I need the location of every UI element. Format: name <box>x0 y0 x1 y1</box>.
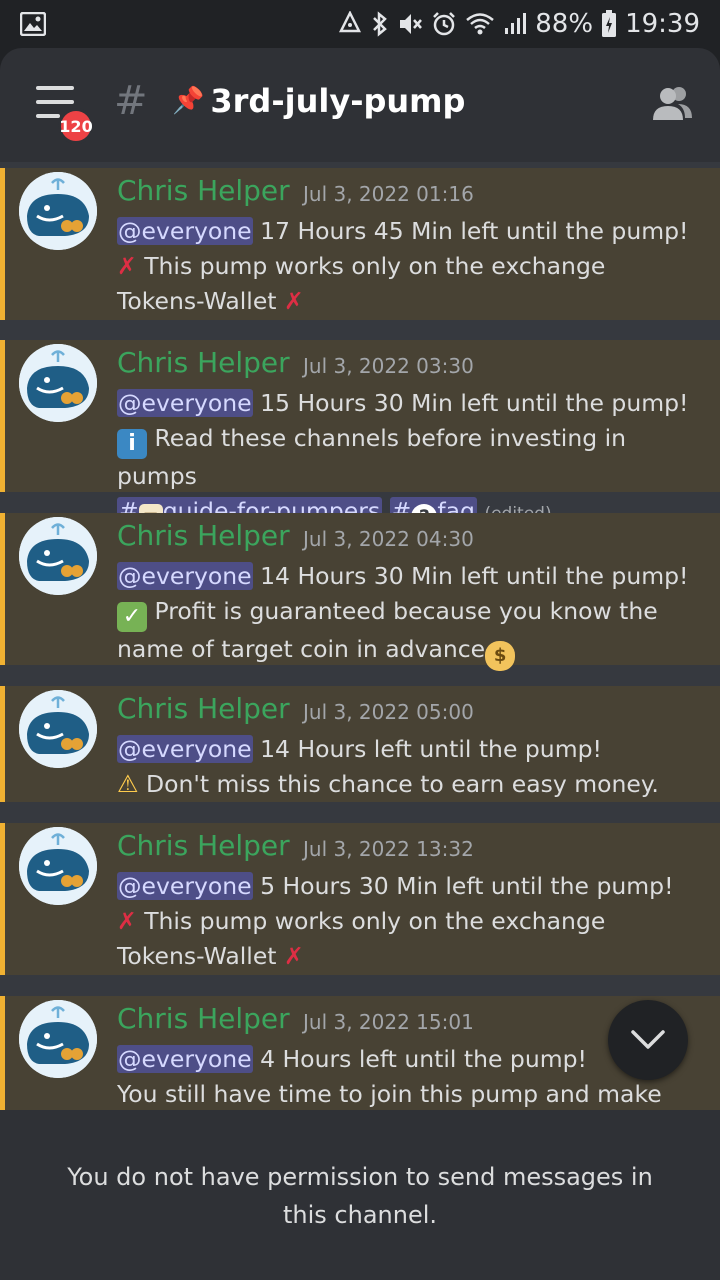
mute-icon <box>397 11 423 37</box>
message-text: This pump works only on the exchange <box>144 907 606 935</box>
message[interactable]: Chris Helper Jul 3, 2022 05:00 @everyone… <box>0 686 720 802</box>
channel-header: 120 # 📌 3rd-july-pump <box>0 48 720 162</box>
warning-icon: ⚠ <box>117 770 139 798</box>
battery-icon <box>601 10 617 38</box>
message-text: 4 Hours left until the pump! <box>252 1045 587 1073</box>
mention[interactable]: @everyone <box>117 562 253 590</box>
avatar[interactable] <box>19 344 97 422</box>
message-text: This pump works only on the exchange <box>144 252 606 280</box>
bluetooth-icon <box>371 11 389 37</box>
cross-mark-icon: ✗ <box>117 252 137 280</box>
message-text: 5 Hours 30 Min left until the pump! <box>252 872 674 900</box>
message-body: @everyone 15 Hours 30 Min left until the… <box>117 386 707 532</box>
message-text: 14 Hours left until the pump! <box>252 735 602 763</box>
message-text: Don't miss this chance to earn easy mone… <box>146 770 659 798</box>
message-text: 17 Hours 45 Min left until the pump! <box>252 217 689 245</box>
members-icon[interactable] <box>648 84 696 124</box>
information-icon: i <box>117 429 147 459</box>
money-bag-icon: $ <box>485 641 516 671</box>
message-text: 15 Hours 30 Min left until the pump! <box>252 389 689 417</box>
message-list[interactable]: Chris Helper Jul 3, 2022 01:16 @everyone… <box>0 168 720 1110</box>
message[interactable]: Chris Helper Jul 3, 2022 04:30 @everyone… <box>0 513 720 671</box>
message-text: You still have time to join this pump an… <box>117 1080 662 1108</box>
mention[interactable]: @everyone <box>117 389 253 417</box>
mention[interactable]: @everyone <box>117 735 253 763</box>
avatar[interactable] <box>19 172 97 250</box>
avatar[interactable] <box>19 827 97 905</box>
message-text: Tokens-Wallet <box>117 942 277 970</box>
mention[interactable]: @everyone <box>117 872 253 900</box>
timestamp: Jul 3, 2022 04:30 <box>303 527 474 551</box>
message-text: Profit is guaranteed because you know th… <box>154 597 658 625</box>
avatar[interactable] <box>19 1000 97 1078</box>
timestamp: Jul 3, 2022 03:30 <box>303 354 474 378</box>
gallery-icon <box>20 12 46 36</box>
timestamp: Jul 3, 2022 05:00 <box>303 700 474 724</box>
message-text: Tokens-Wallet <box>117 287 277 315</box>
wifi-icon <box>465 12 495 36</box>
message-text: Read these channels before investing in … <box>117 424 627 490</box>
battery-percent: 88% <box>535 9 594 39</box>
cross-mark-icon: ✗ <box>283 942 304 970</box>
cross-mark-icon: ✗ <box>283 287 304 315</box>
author-name[interactable]: Chris Helper <box>117 519 290 552</box>
author-name[interactable]: Chris Helper <box>117 829 290 862</box>
mention[interactable]: @everyone <box>117 217 253 245</box>
unread-badge: 120 <box>58 108 94 144</box>
no-permission-notice: You do not have permission to send messa… <box>67 1163 653 1229</box>
whale-avatar-icon <box>19 690 97 768</box>
cross-mark-icon: ✗ <box>117 907 137 935</box>
check-mark-icon: ✓ <box>117 602 147 632</box>
channel-name: 3rd-july-pump <box>210 82 466 120</box>
whale-avatar-icon <box>19 517 97 595</box>
whale-avatar-icon <box>19 1000 97 1078</box>
message[interactable]: Chris Helper Jul 3, 2022 03:30 @everyone… <box>0 340 720 532</box>
avatar[interactable] <box>19 690 97 768</box>
hash-icon: # <box>114 78 148 124</box>
chevron-down-icon <box>631 1030 665 1049</box>
message[interactable]: Chris Helper Jul 3, 2022 13:32 @everyone… <box>0 823 720 975</box>
author-name[interactable]: Chris Helper <box>117 346 290 379</box>
composer-disabled: You do not have permission to send messa… <box>0 1110 720 1280</box>
author-name[interactable]: Chris Helper <box>117 692 290 725</box>
sync-icon <box>337 11 363 37</box>
clock: 19:39 <box>625 9 700 39</box>
status-bar: 88% 19:39 <box>0 0 720 48</box>
message[interactable]: Chris Helper Jul 3, 2022 01:16 @everyone… <box>0 168 720 320</box>
avatar[interactable] <box>19 517 97 595</box>
message-text: name of target coin in advance <box>117 635 486 663</box>
timestamp: Jul 3, 2022 13:32 <box>303 837 474 861</box>
pushpin-icon: 📌 <box>172 86 205 116</box>
message-body: @everyone 14 Hours 30 Min left until the… <box>117 559 707 671</box>
whale-avatar-icon <box>19 344 97 422</box>
whale-avatar-icon <box>19 827 97 905</box>
signal-icon <box>503 12 527 36</box>
alarm-icon <box>431 11 457 37</box>
mention[interactable]: @everyone <box>117 1045 253 1073</box>
author-name[interactable]: Chris Helper <box>117 174 290 207</box>
message-body: @everyone 14 Hours left until the pump! … <box>117 732 707 802</box>
message-body: @everyone 17 Hours 45 Min left until the… <box>117 214 707 319</box>
author-name[interactable]: Chris Helper <box>117 1002 290 1035</box>
jump-to-bottom-button[interactable] <box>608 1000 688 1080</box>
timestamp: Jul 3, 2022 01:16 <box>303 182 474 206</box>
channel-title[interactable]: 📌 3rd-july-pump <box>172 82 465 120</box>
message-body: @everyone 5 Hours 30 Min left until the … <box>117 869 707 974</box>
whale-avatar-icon <box>19 172 97 250</box>
timestamp: Jul 3, 2022 15:01 <box>303 1010 474 1034</box>
message-text: 14 Hours 30 Min left until the pump! <box>252 562 689 590</box>
